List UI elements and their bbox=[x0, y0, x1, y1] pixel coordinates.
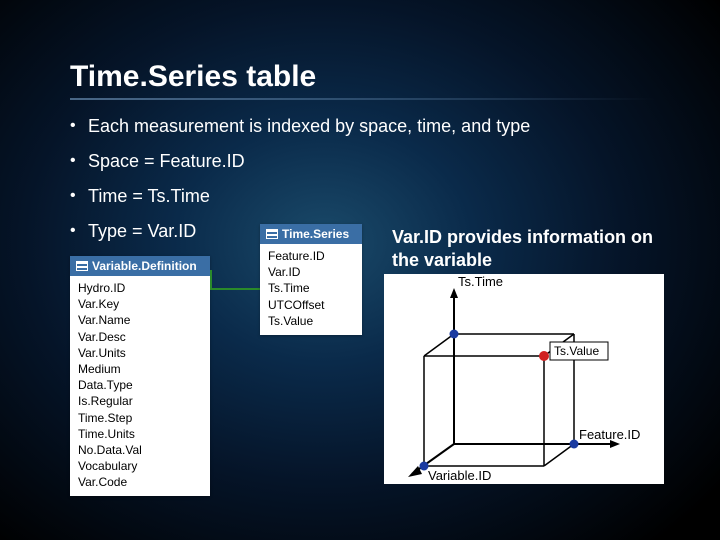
field: Is.Regular bbox=[78, 393, 202, 409]
panel-header: Variable.Definition bbox=[70, 256, 210, 276]
field: Medium bbox=[78, 361, 202, 377]
bullet-item: Each measurement is indexed by space, ti… bbox=[70, 116, 656, 137]
field: Feature.ID bbox=[268, 248, 354, 264]
title-underline bbox=[70, 98, 656, 100]
panel-timeseries: Time.Series Feature.ID Var.ID Ts.Time UT… bbox=[260, 224, 362, 335]
connector-line bbox=[210, 270, 260, 272]
panel-header: Time.Series bbox=[260, 224, 362, 244]
panel-body: Hydro.ID Var.Key Var.Name Var.Desc Var.U… bbox=[70, 276, 210, 496]
field: Data.Type bbox=[78, 377, 202, 393]
caption-text: Var.ID provides information on the varia… bbox=[392, 226, 662, 271]
field: Var.ID bbox=[268, 264, 354, 280]
cube-diagram: Ts.Time Feature.ID Variable.ID Ts.Value bbox=[384, 274, 664, 484]
axis-x-label: Feature.ID bbox=[579, 427, 640, 442]
field: Time.Units bbox=[78, 426, 202, 442]
table-icon bbox=[76, 261, 88, 271]
panel-variable-definition: Variable.Definition Hydro.ID Var.Key Var… bbox=[70, 256, 210, 496]
panel-body: Feature.ID Var.ID Ts.Time UTCOffset Ts.V… bbox=[260, 244, 362, 335]
field: Hydro.ID bbox=[78, 280, 202, 296]
panel-header-label: Time.Series bbox=[282, 227, 349, 241]
slide-title: Time.Series table bbox=[70, 60, 656, 94]
field: Time.Step bbox=[78, 410, 202, 426]
point-label: Ts.Value bbox=[554, 344, 599, 358]
axis-y-label: Ts.Time bbox=[458, 274, 503, 289]
field: Var.Desc bbox=[78, 329, 202, 345]
field: Ts.Value bbox=[268, 313, 354, 329]
bullet-item: Space = Feature.ID bbox=[70, 151, 656, 172]
field: No.Data.Val bbox=[78, 442, 202, 458]
panel-header-label: Variable.Definition bbox=[92, 259, 197, 273]
field: Var.Code bbox=[78, 474, 202, 490]
table-icon bbox=[266, 229, 278, 239]
axis-z-label: Variable.ID bbox=[428, 468, 491, 483]
field: UTCOffset bbox=[268, 297, 354, 313]
field: Ts.Time bbox=[268, 280, 354, 296]
field: Var.Units bbox=[78, 345, 202, 361]
field: Var.Key bbox=[78, 296, 202, 312]
bullet-item: Time = Ts.Time bbox=[70, 186, 656, 207]
field: Vocabulary bbox=[78, 458, 202, 474]
field: Var.Name bbox=[78, 312, 202, 328]
bullet-list: Each measurement is indexed by space, ti… bbox=[70, 116, 656, 242]
